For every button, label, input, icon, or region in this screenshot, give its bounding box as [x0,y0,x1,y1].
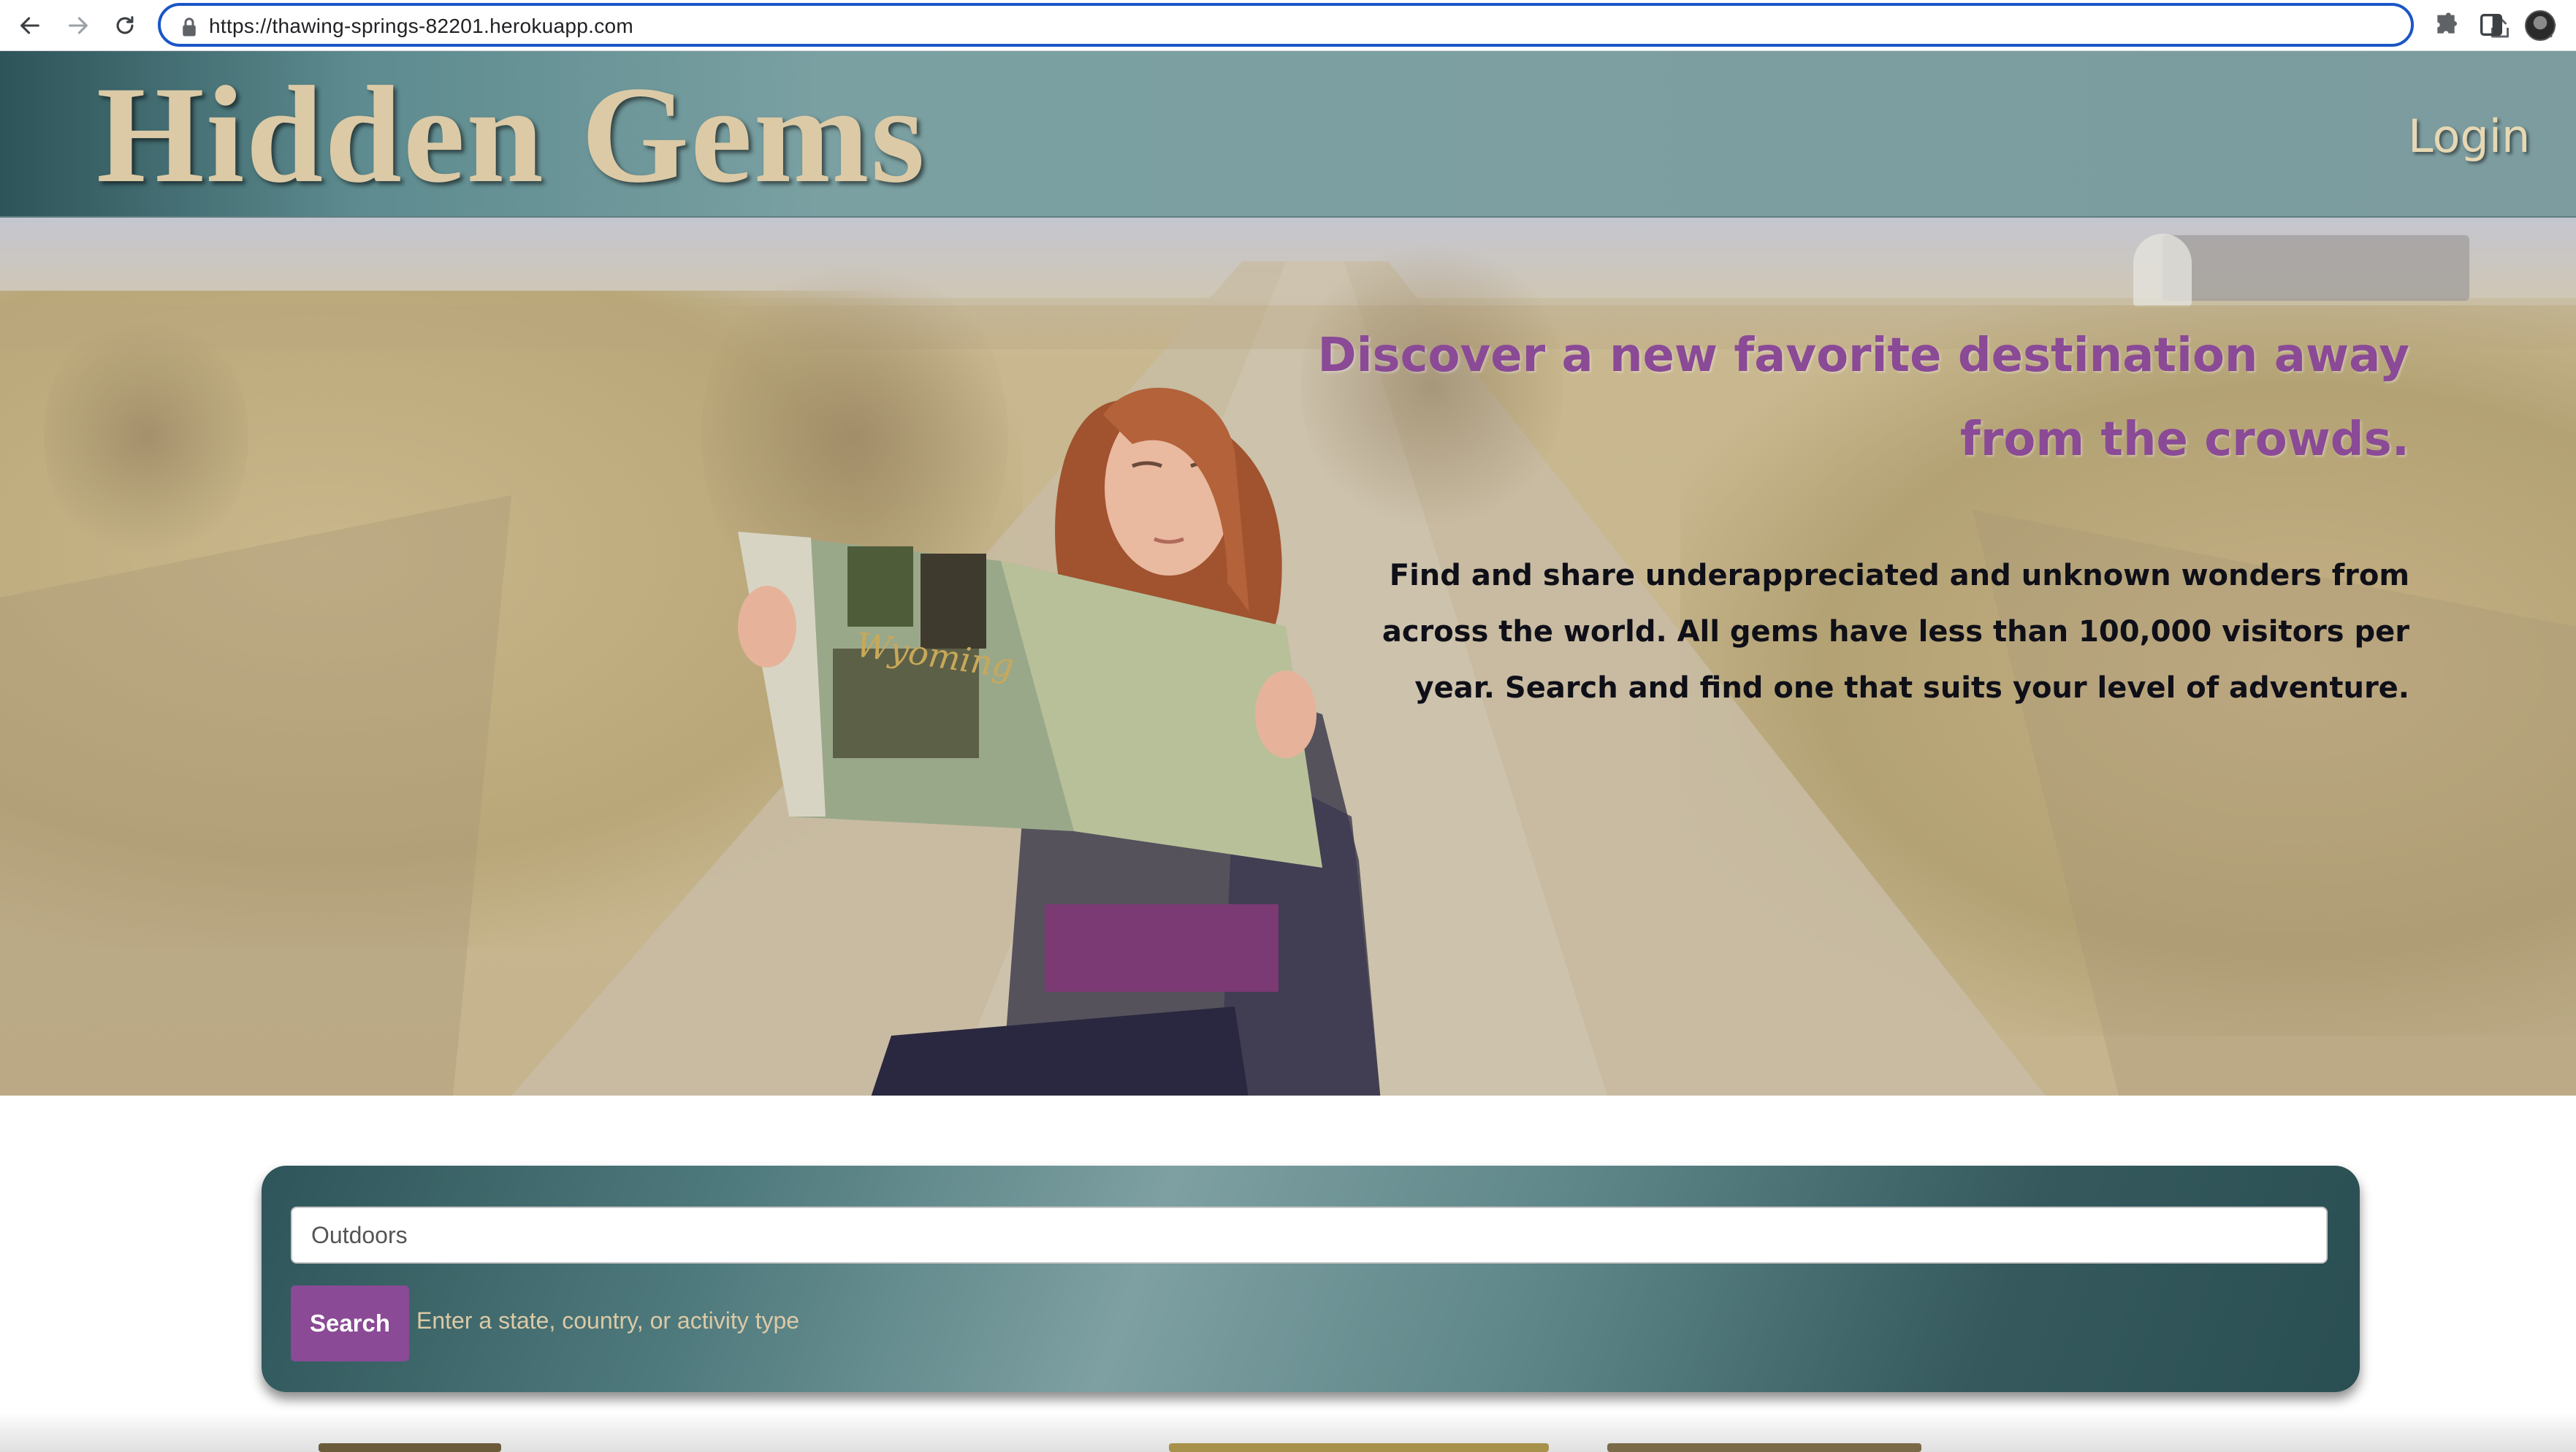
back-button[interactable] [13,9,47,42]
reload-icon [116,16,134,34]
extensions-puzzle-icon[interactable] [2431,10,2461,39]
browser-toolbar: https://thawing-springs-82201.herokuapp.… [0,0,2576,51]
lock-icon [183,18,196,37]
forward-button[interactable] [61,9,95,42]
arrow-left-icon [20,17,39,34]
hero-description: Find and share underappreciated and unkn… [1382,559,2409,705]
arrow-right-icon [69,17,88,34]
peek-card-image-1 [319,1443,501,1452]
tree-far-left [44,305,248,568]
login-link[interactable]: Login [2408,110,2530,163]
search-hint: Enter a state, country, or activity type [416,1307,800,1334]
search-input[interactable]: Outdoors [291,1207,2328,1264]
peek-card-image-3 [1607,1443,1921,1452]
site-header: Hidden Gems Login [0,51,2576,218]
peek-card-image-2 [1169,1443,1549,1452]
hero-headline: Discover a new favorite destination away… [1317,329,2409,467]
search-panel: Outdoors Search Enter a state, country, … [262,1166,2360,1392]
profile-avatar[interactable] [2525,10,2556,41]
side-panel-icon[interactable] [2477,10,2506,39]
site-logo[interactable]: Hidden Gems [96,66,926,205]
address-bar[interactable]: https://thawing-springs-82201.herokuapp.… [158,3,2556,47]
url-text: https://thawing-springs-82201.herokuapp.… [209,15,634,37]
search-button[interactable]: Search [291,1285,409,1361]
reload-button[interactable] [108,9,142,42]
hero-banner: Wyoming Discover a new favorite destinat… [0,218,2576,1096]
